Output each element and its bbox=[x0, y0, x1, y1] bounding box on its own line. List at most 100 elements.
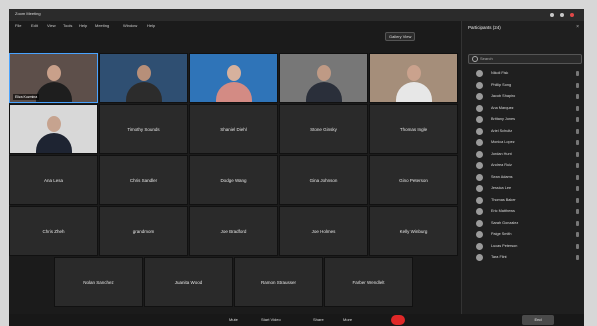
participant-item[interactable]: Monica Lopez bbox=[462, 137, 584, 149]
video-tile[interactable]: Eliza Kuzmina bbox=[9, 53, 98, 103]
participant-tile[interactable]: Ramon Strausser bbox=[234, 257, 323, 307]
video-tile[interactable] bbox=[9, 104, 98, 154]
more-button[interactable]: More bbox=[343, 316, 352, 324]
participant-tile[interactable]: Joe Bradford bbox=[189, 206, 278, 256]
start-video-button[interactable]: Start Video bbox=[261, 316, 281, 324]
menu-help[interactable]: Help bbox=[79, 23, 87, 28]
mic-icon bbox=[576, 197, 579, 203]
person-torso bbox=[35, 82, 72, 102]
person-head bbox=[46, 115, 61, 132]
participant-tile[interactable]: Kelly Winburg bbox=[369, 206, 458, 256]
person-head bbox=[136, 64, 151, 81]
menu-help-2[interactable]: Help bbox=[147, 23, 155, 28]
share-button[interactable]: Share bbox=[313, 316, 324, 324]
participant-item[interactable]: Eric Matthews bbox=[462, 206, 584, 218]
participant-item[interactable]: Andrea Ruiz bbox=[462, 160, 584, 172]
participant-name: Jessica Lee bbox=[491, 186, 512, 190]
participant-name: Jacob Shapiro bbox=[491, 94, 516, 98]
mic-icon bbox=[576, 232, 579, 237]
mute-button[interactable]: Mute bbox=[229, 316, 238, 324]
menu-bar: File Edit View Tools Help Meeting Window… bbox=[9, 21, 461, 30]
participant-name: Nolan Sanchez bbox=[83, 279, 114, 285]
participant-item[interactable]: Brittany Jones bbox=[462, 114, 584, 126]
avatar bbox=[476, 93, 483, 100]
participant-name: Jordan Hunt bbox=[491, 151, 512, 156]
participant-search-input[interactable]: Search bbox=[468, 54, 582, 64]
person-head bbox=[316, 64, 331, 81]
close-icon[interactable] bbox=[570, 13, 574, 17]
participant-item[interactable]: Phillip Song bbox=[462, 80, 584, 92]
search-icon bbox=[472, 56, 478, 62]
participant-item[interactable]: Paige Smith bbox=[462, 229, 584, 241]
participant-item[interactable]: Lucas Peterson bbox=[462, 241, 584, 253]
participant-tile[interactable]: Joe Holmes bbox=[279, 206, 368, 256]
avatar bbox=[476, 81, 483, 89]
participant-tile[interactable]: Gino Peterson bbox=[369, 155, 458, 205]
participant-name: Joe Bradford bbox=[220, 228, 247, 234]
participants-title: Participants (24) bbox=[468, 25, 501, 30]
participant-tile[interactable]: Ana Lesa bbox=[9, 155, 98, 205]
participant-item[interactable]: Nikoli Fisk bbox=[462, 68, 584, 80]
participant-name: Stone Ginsky bbox=[310, 126, 337, 132]
video-tile[interactable] bbox=[189, 53, 278, 103]
participant-tile[interactable]: Shaniel Diehl bbox=[189, 104, 278, 154]
participant-tile[interactable]: Chris Sandler bbox=[99, 155, 188, 205]
menu-tools[interactable]: Tools bbox=[63, 23, 72, 28]
menu-edit[interactable]: Edit bbox=[31, 23, 38, 28]
mic-icon bbox=[576, 117, 579, 122]
person-head bbox=[406, 64, 421, 81]
participant-item[interactable]: Jordan Hunt bbox=[462, 149, 584, 161]
participant-tile[interactable]: Juanita Wood bbox=[144, 257, 233, 307]
avatar bbox=[476, 185, 483, 192]
participants-panel: Participants (24) × Search Nikoli Fisk P… bbox=[461, 21, 584, 326]
person-torso bbox=[35, 133, 72, 153]
video-tile[interactable] bbox=[99, 53, 188, 103]
mic-icon bbox=[576, 255, 579, 260]
participant-name: Paige Smith bbox=[491, 232, 512, 236]
participant-name: Ariel Schultz bbox=[491, 128, 513, 133]
participant-item[interactable]: Jacob Shapiro bbox=[462, 91, 584, 103]
video-tile[interactable] bbox=[369, 53, 458, 103]
mic-icon bbox=[576, 209, 579, 214]
participant-tile[interactable]: Chris Zheh bbox=[9, 206, 98, 256]
participant-item[interactable]: Ana Marquez bbox=[462, 103, 584, 115]
person-torso bbox=[395, 82, 432, 102]
participant-tile[interactable]: Thomas Ingle bbox=[369, 104, 458, 154]
participant-name: Tara Flint bbox=[491, 255, 507, 259]
min-icon[interactable] bbox=[550, 13, 554, 17]
participant-item[interactable]: Ariel Schultz bbox=[462, 126, 584, 138]
mic-icon bbox=[576, 140, 579, 145]
participant-tile[interactable]: Gina Johnson bbox=[279, 155, 368, 205]
avatar bbox=[476, 219, 483, 227]
participant-item[interactable]: Jessica Lee bbox=[462, 183, 584, 195]
mic-icon bbox=[576, 243, 579, 249]
participant-tile[interactable]: Timothy Sounds bbox=[99, 104, 188, 154]
avatar bbox=[476, 127, 483, 135]
participant-item[interactable]: Tara Flint bbox=[462, 252, 584, 264]
menu-file[interactable]: File bbox=[15, 23, 21, 28]
participant-tile[interactable]: Farber Wendlelt bbox=[324, 257, 413, 307]
participant-item[interactable]: Sean Adams bbox=[462, 172, 584, 184]
mic-icon bbox=[576, 71, 579, 76]
mic-icon bbox=[576, 151, 579, 157]
max-icon[interactable] bbox=[560, 13, 564, 17]
end-button[interactable]: End bbox=[522, 315, 554, 325]
participant-tile[interactable]: Nolan Sanchez bbox=[54, 257, 143, 307]
participant-name: Andrea Ruiz bbox=[491, 163, 512, 167]
menu-window[interactable]: Window bbox=[123, 23, 137, 28]
participant-item[interactable]: Sarah Gonzalez bbox=[462, 218, 584, 230]
participant-name: Ana Marquez bbox=[491, 105, 514, 110]
video-tile[interactable] bbox=[279, 53, 368, 103]
panel-close-icon[interactable]: × bbox=[576, 24, 579, 30]
participant-name: Sarah Gonzalez bbox=[491, 220, 519, 225]
participant-tile[interactable]: Stone Ginsky bbox=[279, 104, 368, 154]
participant-name: Chris Sandler bbox=[129, 177, 158, 183]
menu-meeting[interactable]: Meeting bbox=[95, 23, 109, 28]
participant-item[interactable]: Thomas Baker bbox=[462, 195, 584, 207]
participant-tile[interactable]: Dodge Wang bbox=[189, 155, 278, 205]
gallery-view-button[interactable]: Gallery View bbox=[385, 32, 416, 41]
leave-icon[interactable] bbox=[391, 315, 405, 325]
mic-icon bbox=[576, 186, 579, 191]
menu-view[interactable]: View bbox=[47, 23, 56, 28]
participant-tile[interactable]: grandmom bbox=[99, 206, 188, 256]
